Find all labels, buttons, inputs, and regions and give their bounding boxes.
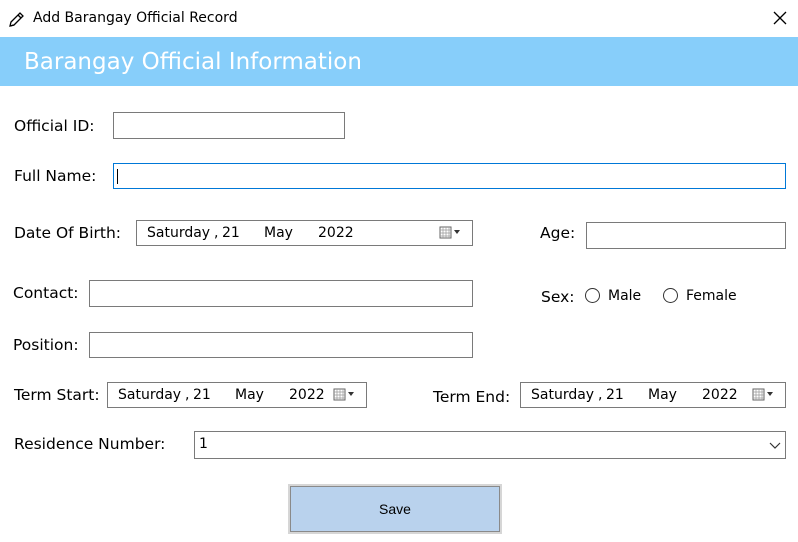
contact-label: Contact: [13,284,79,302]
radio-male[interactable] [585,288,600,303]
header-banner: Barangay Official Information [0,37,798,86]
window-title: Add Barangay Official Record [33,10,238,26]
term-end-month: May [648,387,677,403]
contact-input[interactable] [89,280,473,307]
radio-female[interactable] [663,288,678,303]
calendar-dropdown-icon[interactable] [439,225,467,241]
residence-number-select[interactable]: 1 [194,431,786,459]
official-id-input[interactable] [113,112,345,139]
term-end-picker[interactable]: Saturday , 21 May 2022 [520,382,786,408]
term-start-label: Term Start: [14,386,100,404]
term-start-month: May [235,387,264,403]
term-end-separator: , [598,387,603,403]
calendar-dropdown-icon[interactable] [333,387,361,403]
age-input[interactable] [586,222,786,249]
sex-label: Sex: [541,288,575,306]
dob-month: May [264,225,293,241]
term-start-separator: , [185,387,190,403]
age-label: Age: [540,224,576,242]
title-bar: Add Barangay Official Record [0,0,798,37]
term-end-year: 2022 [702,387,738,403]
full-name-label: Full Name: [14,167,97,185]
chevron-down-icon[interactable] [769,440,781,450]
residence-number-label: Residence Number: [14,435,166,453]
term-end-day: 21 [606,387,624,403]
term-start-year: 2022 [289,387,325,403]
radio-female-label[interactable]: Female [686,288,737,304]
text-caret [117,169,118,184]
term-start-weekday: Saturday [118,387,182,403]
banner-title: Barangay Official Information [24,49,362,75]
term-start-day: 21 [193,387,211,403]
calendar-dropdown-icon[interactable] [752,387,780,403]
official-id-label: Official ID: [14,117,95,135]
term-end-label: Term End: [433,388,511,406]
full-name-input[interactable] [113,163,786,189]
pencil-icon [9,12,24,27]
dob-separator: , [214,225,219,241]
position-input[interactable] [89,332,473,358]
date-of-birth-label: Date Of Birth: [14,224,121,242]
term-end-weekday: Saturday [531,387,595,403]
term-start-picker[interactable]: Saturday , 21 May 2022 [107,382,367,408]
residence-number-value: 1 [199,436,208,452]
dob-weekday: Saturday [147,225,211,241]
dob-year: 2022 [318,225,354,241]
dob-day: 21 [222,225,240,241]
radio-male-label[interactable]: Male [608,288,641,304]
position-label: Position: [13,336,79,354]
save-button[interactable]: Save [288,484,502,534]
close-icon[interactable] [770,8,790,28]
date-of-birth-picker[interactable]: Saturday , 21 May 2022 [136,220,473,246]
